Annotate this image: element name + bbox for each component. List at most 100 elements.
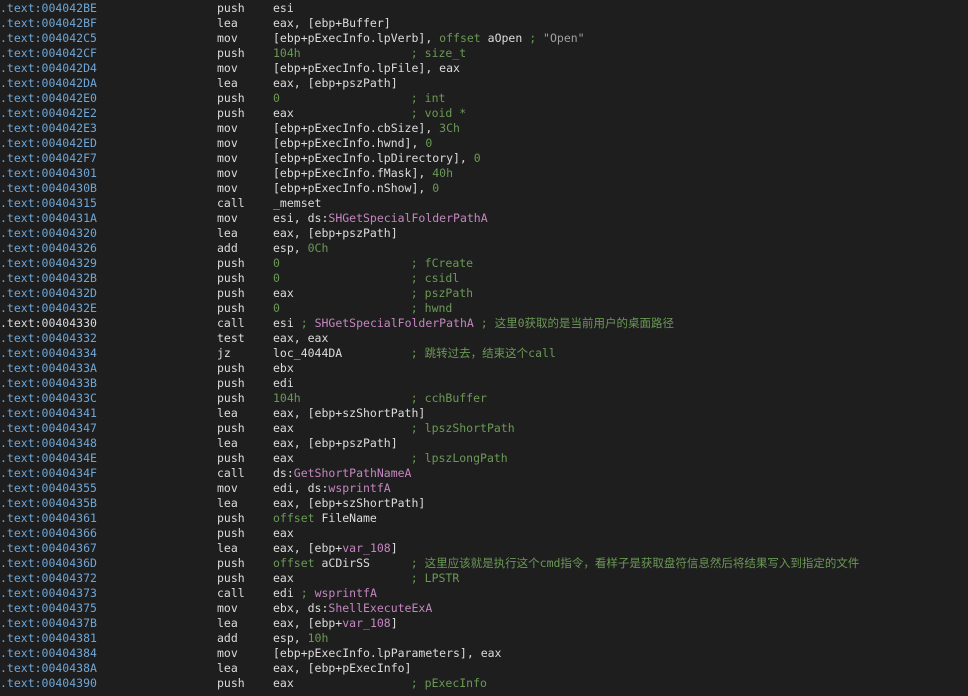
instruction-mnemonic[interactable]: lea: [217, 226, 238, 241]
instruction-operands[interactable]: offset aCDirSS: [273, 556, 370, 571]
instruction-operands[interactable]: loc_4044DA: [273, 346, 342, 361]
line-address[interactable]: .text:00404334: [0, 346, 97, 361]
code-line[interactable]: .text:00404320 lea eax, [ebp+pszPath]: [0, 226, 968, 241]
code-line[interactable]: .text:0040436D push offset aCDirSS ; 这里应该就是…: [0, 556, 968, 571]
symbol-reference[interactable]: var_108: [342, 616, 390, 630]
instruction-mnemonic[interactable]: push: [217, 571, 245, 586]
code-line[interactable]: .text:00404301 mov [ebp+pExecInfo.fMask], …: [0, 166, 968, 181]
line-address[interactable]: .text:0040435B: [0, 496, 97, 511]
instruction-operands[interactable]: 104h: [273, 46, 301, 61]
instruction-mnemonic[interactable]: add: [217, 241, 238, 256]
instruction-operands[interactable]: eax, [ebp+pExecInfo]: [273, 661, 411, 676]
instruction-mnemonic[interactable]: push: [217, 271, 245, 286]
line-address[interactable]: .text:00404326: [0, 241, 97, 256]
code-line[interactable]: .text:0040435B lea eax, [ebp+szShortPath]: [0, 496, 968, 511]
line-address[interactable]: .text:00404355: [0, 481, 97, 496]
code-line[interactable]: .text:00404375 mov ebx, ds:ShellExecuteExA: [0, 601, 968, 616]
code-line[interactable]: .text:00404367 lea eax, [ebp+var_108]: [0, 541, 968, 556]
code-line[interactable]: .text:00404341 lea eax, [ebp+szShortPath]: [0, 406, 968, 421]
instruction-operands[interactable]: eax: [273, 526, 294, 541]
instruction-operands[interactable]: esi, ds:SHGetSpecialFolderPathA: [273, 211, 488, 226]
code-line[interactable]: .text:00404315 call _memset: [0, 196, 968, 211]
code-line[interactable]: .text:0040433C push 104h ; cchBuffer: [0, 391, 968, 406]
instruction-mnemonic[interactable]: push: [217, 1, 245, 16]
instruction-mnemonic[interactable]: push: [217, 46, 245, 61]
code-line[interactable]: .text:004042ED mov [ebp+pExecInfo.hwnd], 0: [0, 136, 968, 151]
line-address[interactable]: .text:00404372: [0, 571, 97, 586]
line-address[interactable]: .text:00404361: [0, 511, 97, 526]
instruction-operands[interactable]: eax, [ebp+szShortPath]: [273, 496, 425, 511]
line-address[interactable]: .text:0040431A: [0, 211, 97, 226]
line-address[interactable]: .text:0040433B: [0, 376, 97, 391]
code-line[interactable]: .text:00404366 push eax: [0, 526, 968, 541]
instruction-mnemonic[interactable]: lea: [217, 16, 238, 31]
instruction-mnemonic[interactable]: mov: [217, 121, 238, 136]
instruction-mnemonic[interactable]: push: [217, 361, 245, 376]
instruction-mnemonic[interactable]: add: [217, 631, 238, 646]
instruction-operands[interactable]: eax: [273, 571, 294, 586]
code-line[interactable]: .text:00404361 push offset FileName: [0, 511, 968, 526]
code-line[interactable]: .text:0040431A mov esi, ds:SHGetSpecialFol…: [0, 211, 968, 226]
instruction-operands[interactable]: eax, eax: [273, 331, 328, 346]
instruction-operands[interactable]: esp, 10h: [273, 631, 328, 646]
instruction-operands[interactable]: offset FileName: [273, 511, 377, 526]
instruction-mnemonic[interactable]: push: [217, 256, 245, 271]
line-address[interactable]: .text:004042DA: [0, 76, 97, 91]
code-line[interactable]: .text:004042D4 mov [ebp+pExecInfo.lpFile],…: [0, 61, 968, 76]
code-line[interactable]: .text:00404384 mov [ebp+pExecInfo.lpParame…: [0, 646, 968, 661]
instruction-operands[interactable]: eax: [273, 421, 294, 436]
line-address[interactable]: .text:0040434E: [0, 451, 97, 466]
line-address[interactable]: .text:00404384: [0, 646, 97, 661]
instruction-operands[interactable]: eax: [273, 286, 294, 301]
instruction-operands[interactable]: [ebp+pExecInfo.lpParameters], eax: [273, 646, 501, 661]
code-line[interactable]: .text:0040434F call ds:GetShortPathNameA: [0, 466, 968, 481]
instruction-mnemonic[interactable]: mov: [217, 211, 238, 226]
instruction-mnemonic[interactable]: mov: [217, 151, 238, 166]
code-line[interactable]: .text:004042E2 push eax ; void *: [0, 106, 968, 121]
line-address[interactable]: .text:00404367: [0, 541, 97, 556]
instruction-operands[interactable]: [ebp+pExecInfo.lpFile], eax: [273, 61, 460, 76]
instruction-mnemonic[interactable]: mov: [217, 181, 238, 196]
line-address[interactable]: .text:0040432B: [0, 271, 97, 286]
line-address[interactable]: .text:00404366: [0, 526, 97, 541]
symbol-reference[interactable]: wsprintfA: [328, 481, 390, 495]
instruction-operands[interactable]: 104h: [273, 391, 301, 406]
instruction-mnemonic[interactable]: mov: [217, 61, 238, 76]
instruction-mnemonic[interactable]: lea: [217, 616, 238, 631]
instruction-operands[interactable]: edi, ds:wsprintfA: [273, 481, 391, 496]
line-address[interactable]: .text:00404375: [0, 601, 97, 616]
code-line[interactable]: .text:004042C5 mov [ebp+pExecInfo.lpVerb],…: [0, 31, 968, 46]
code-line[interactable]: .text:0040438A lea eax, [ebp+pExecInfo]: [0, 661, 968, 676]
line-address[interactable]: .text:004042CF: [0, 46, 97, 61]
code-line[interactable]: .text:00404334 jz loc_4044DA ; 跳转过去，结束这个cal…: [0, 346, 968, 361]
line-address[interactable]: .text:00404320: [0, 226, 97, 241]
line-address[interactable]: .text:00404390: [0, 676, 97, 691]
code-line[interactable]: .text:00404332 test eax, eax: [0, 331, 968, 346]
line-address[interactable]: .text:004042E3: [0, 121, 97, 136]
instruction-operands[interactable]: 0: [273, 256, 280, 271]
line-address[interactable]: .text:00404348: [0, 436, 97, 451]
instruction-mnemonic[interactable]: push: [217, 376, 245, 391]
instruction-mnemonic[interactable]: call: [217, 466, 245, 481]
code-line[interactable]: .text:004042BE push esi: [0, 1, 968, 16]
line-address[interactable]: .text:0040434F: [0, 466, 97, 481]
instruction-mnemonic[interactable]: push: [217, 391, 245, 406]
line-address[interactable]: .text:0040432E: [0, 301, 97, 316]
instruction-operands[interactable]: edi: [273, 376, 294, 391]
line-address[interactable]: .text:004042D4: [0, 61, 97, 76]
instruction-mnemonic[interactable]: mov: [217, 646, 238, 661]
instruction-operands[interactable]: eax, [ebp+var_108]: [273, 616, 398, 631]
line-address[interactable]: .text:004042C5: [0, 31, 97, 46]
code-line[interactable]: .text:0040433B push edi: [0, 376, 968, 391]
instruction-mnemonic[interactable]: push: [217, 421, 245, 436]
instruction-operands[interactable]: eax: [273, 451, 294, 466]
code-line[interactable]: .text:00404373 call edi ; wsprintfA: [0, 586, 968, 601]
instruction-mnemonic[interactable]: push: [217, 91, 245, 106]
line-address[interactable]: .text:0040433A: [0, 361, 97, 376]
line-address[interactable]: .text:0040433C: [0, 391, 97, 406]
instruction-mnemonic[interactable]: test: [217, 331, 245, 346]
instruction-mnemonic[interactable]: lea: [217, 541, 238, 556]
instruction-mnemonic[interactable]: mov: [217, 481, 238, 496]
instruction-operands[interactable]: eax, [ebp+Buffer]: [273, 16, 391, 31]
instruction-mnemonic[interactable]: lea: [217, 76, 238, 91]
